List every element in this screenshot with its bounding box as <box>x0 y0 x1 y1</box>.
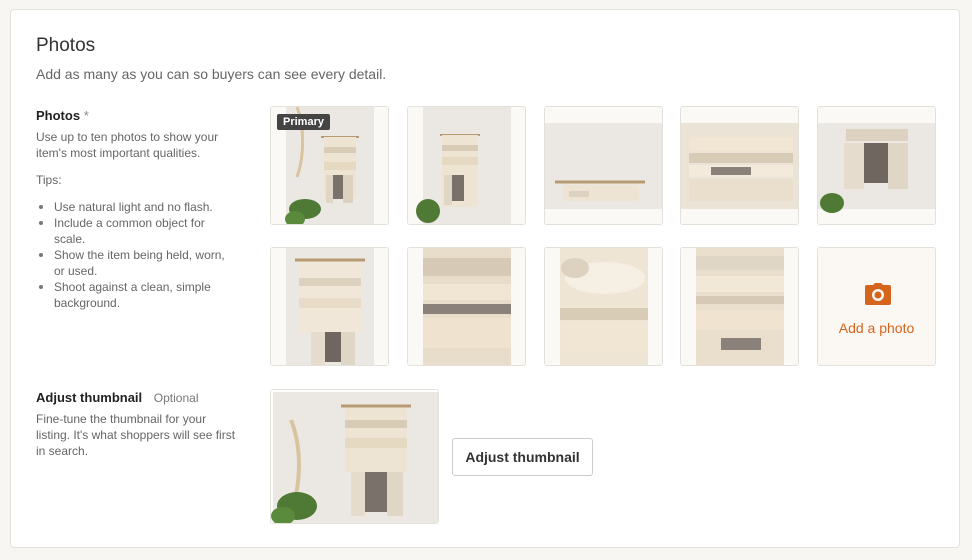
photo-2-image <box>408 107 525 224</box>
photo-tile-3[interactable] <box>544 106 663 225</box>
tips-heading: Tips: <box>36 173 62 187</box>
section-title: Photos <box>36 35 96 56</box>
required-mark: * <box>83 108 89 123</box>
photo-tile-1[interactable]: Primary <box>270 106 389 225</box>
thumbnail-image <box>271 390 438 523</box>
photo-tile-9[interactable] <box>680 247 799 366</box>
tip-item: Show the item being held, worn, or used. <box>36 247 236 279</box>
photo-4-image <box>681 107 798 224</box>
photo-tile-8[interactable] <box>544 247 663 366</box>
section-subtitle: Add as many as you can so buyers can see… <box>36 66 387 82</box>
photo-7-image <box>408 248 525 365</box>
photo-6-image <box>271 248 388 365</box>
photo-3-image <box>545 107 662 224</box>
photo-tile-5[interactable] <box>817 106 936 225</box>
photos-label-text: Photos <box>36 108 81 123</box>
photo-tile-2[interactable] <box>407 106 526 225</box>
photos-label: Photos * <box>36 108 236 123</box>
tip-item: Use natural light and no flash. <box>36 199 236 215</box>
thumbnail-preview <box>270 389 439 524</box>
thumbnail-label-text: Adjust thumbnail <box>36 390 143 405</box>
photos-description: Photos * Use up to ten photos to show yo… <box>36 108 236 311</box>
photo-9-image <box>681 248 798 365</box>
add-photo-button[interactable]: Add a photo <box>817 247 936 366</box>
tip-item: Include a common object for scale. <box>36 215 236 247</box>
photo-tile-4[interactable] <box>680 106 799 225</box>
optional-label: Optional <box>153 391 199 405</box>
photos-section-card: Photos Add as many as you can so buyers … <box>10 9 960 548</box>
tips-list: Use natural light and no flash. Include … <box>36 199 236 311</box>
photo-tile-6[interactable] <box>270 247 389 366</box>
thumbnail-label: Adjust thumbnail Optional <box>36 390 236 405</box>
photos-help: Use up to ten photos to show your item's… <box>36 130 219 160</box>
thumbnail-description: Adjust thumbnail Optional Fine-tune the … <box>36 390 236 459</box>
photo-8-image <box>545 248 662 365</box>
adjust-thumbnail-button[interactable]: Adjust thumbnail <box>452 438 593 476</box>
thumbnail-help: Fine-tune the thumbnail for your listing… <box>36 412 236 458</box>
primary-badge: Primary <box>277 114 330 130</box>
photo-5-image <box>818 107 935 224</box>
camera-icon <box>865 283 891 305</box>
photo-tile-7[interactable] <box>407 247 526 366</box>
tip-item: Shoot against a clean, simple background… <box>36 279 236 311</box>
add-photo-label: Add a photo <box>838 320 915 336</box>
